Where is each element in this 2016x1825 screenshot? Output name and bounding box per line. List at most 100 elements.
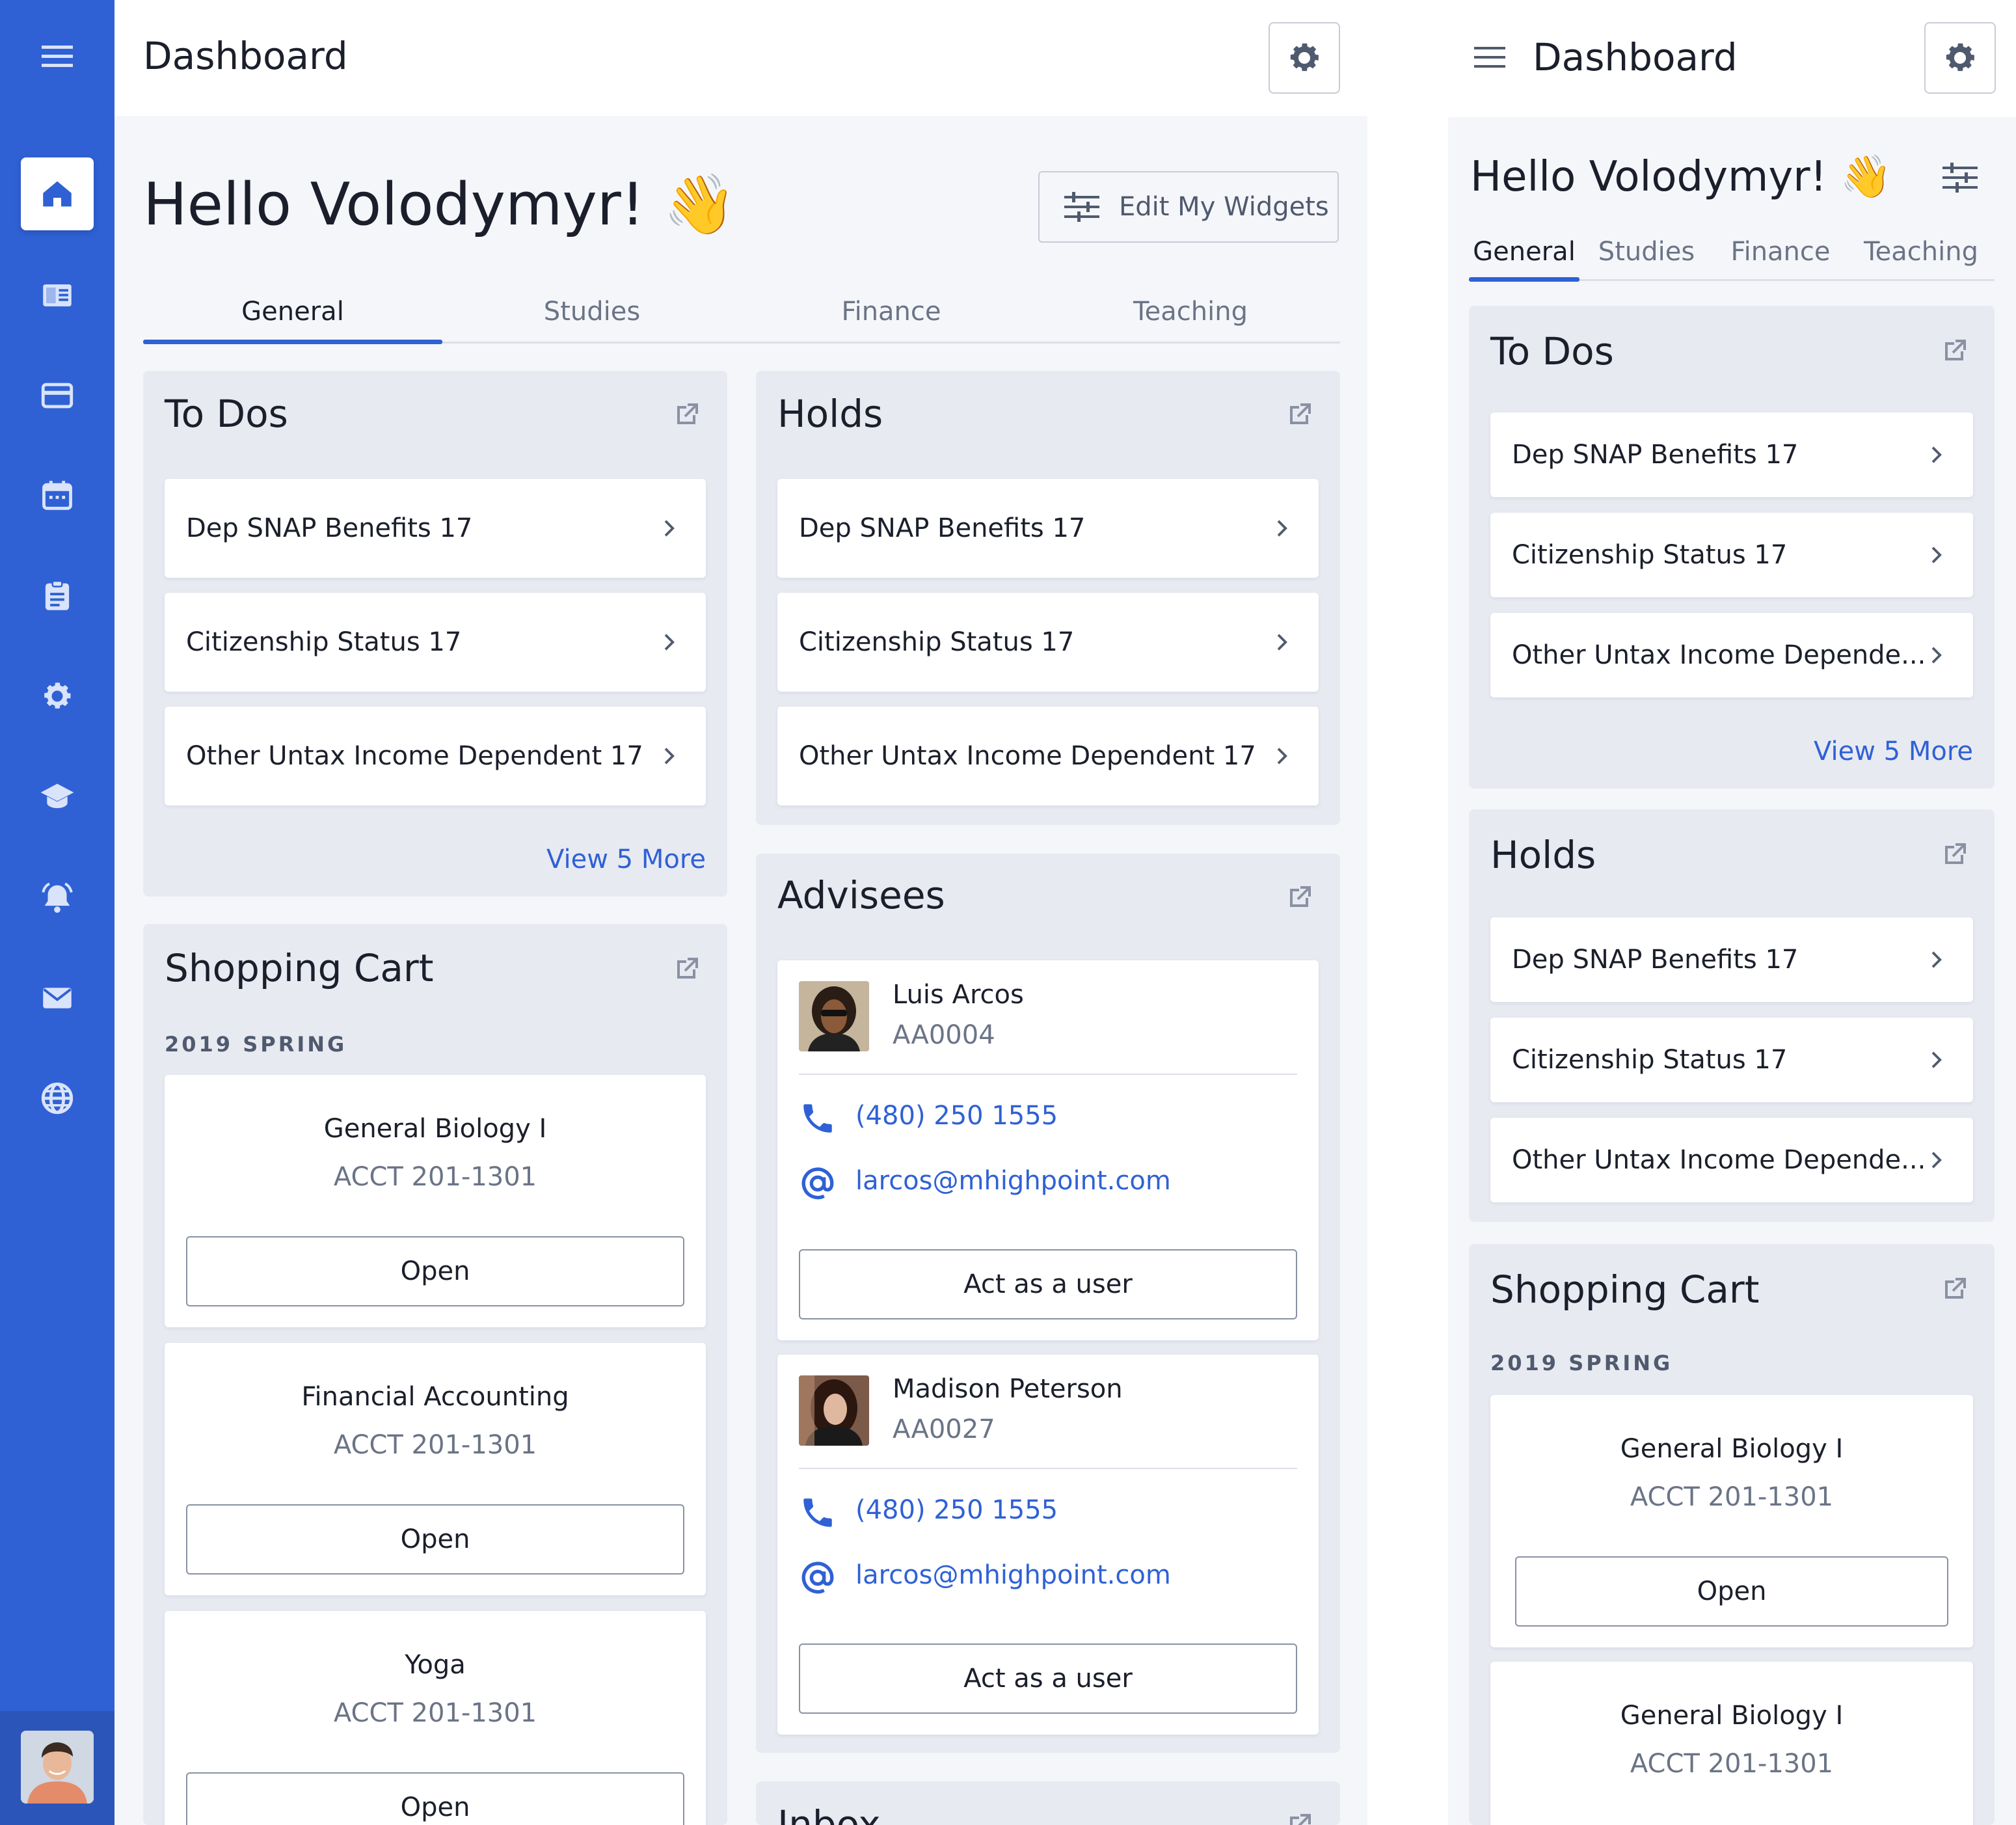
sidebar-item-mail[interactable] [21, 962, 94, 1034]
tab-general[interactable]: General [1469, 237, 1579, 282]
hold-item[interactable]: Other Untax Income Depende... [1490, 1118, 1973, 1202]
hold-item[interactable]: Dep SNAP Benefits 17 [1490, 917, 1973, 1002]
hold-item-label: Other Untax Income Dependent 17 [799, 741, 1256, 771]
tab-finance[interactable]: Finance [742, 297, 1041, 342]
mobile-settings-button[interactable] [1924, 22, 1996, 94]
sliders-icon[interactable] [1942, 163, 1978, 193]
view-more-link[interactable]: View 5 More [1814, 737, 1973, 766]
mobile-holds-card: Holds Dep SNAP Benefits 17 Citizenship S… [1469, 809, 1995, 1222]
sidebar-item-alerts[interactable] [21, 861, 94, 934]
todo-item[interactable]: Citizenship Status 17 [1490, 513, 1973, 597]
todo-item-label: Other Untax Income Dependent 17 [186, 741, 643, 771]
course-code: ACCT 201-1301 [1630, 1749, 1834, 1779]
inbox-title: Inbox [777, 1802, 881, 1825]
open-button[interactable]: Open [186, 1772, 684, 1825]
open-button[interactable]: Open [1515, 1556, 1948, 1627]
inbox-card: Inbox [756, 1781, 1340, 1825]
todo-item[interactable]: Dep SNAP Benefits 17 [1490, 412, 1973, 497]
advisee-id: AA0027 [893, 1414, 995, 1444]
external-link-icon[interactable] [1284, 1810, 1315, 1825]
holds-title: Holds [777, 392, 883, 436]
course-card: General Biology I ACCT 201-1301 Open [165, 1075, 706, 1327]
hold-item-label: Dep SNAP Benefits 17 [1512, 945, 1799, 975]
course-card: Yoga ACCT 201-1301 Open [165, 1611, 706, 1825]
hold-item[interactable]: Citizenship Status 17 [777, 593, 1319, 692]
sidebar-item-globe[interactable] [21, 1062, 94, 1135]
sliders-icon [1064, 192, 1099, 222]
todo-item-label: Dep SNAP Benefits 17 [186, 513, 473, 543]
external-link-icon[interactable] [1939, 336, 1970, 367]
advisees-card: Advisees Luis Arcos AA0004 (480) 250 155… [756, 854, 1340, 1753]
tab-studies[interactable]: Studies [1579, 237, 1714, 279]
hold-item[interactable]: Dep SNAP Benefits 17 [777, 479, 1319, 578]
hold-item-label: Citizenship Status 17 [1512, 1045, 1788, 1075]
hold-item[interactable]: Citizenship Status 17 [1490, 1018, 1973, 1102]
sidebar-item-billing[interactable] [21, 359, 94, 432]
sidebar-item-home[interactable] [21, 157, 94, 230]
todos-title: To Dos [165, 392, 288, 436]
tab-studies[interactable]: Studies [442, 297, 742, 342]
edit-widgets-button[interactable]: Edit My Widgets [1038, 171, 1339, 243]
external-link-icon[interactable] [1939, 839, 1970, 871]
mobile-greeting: Hello Volodymyr! 👋 [1470, 152, 1892, 201]
act-as-user-button[interactable]: Act as a user [799, 1249, 1297, 1319]
external-link-icon[interactable] [1284, 399, 1315, 431]
open-button[interactable]: Open [186, 1504, 684, 1575]
wave-emoji: 👋 [663, 170, 736, 239]
course-card: Financial Accounting ACCT 201-1301 Open [165, 1343, 706, 1595]
act-as-user-button[interactable]: Act as a user [799, 1643, 1297, 1714]
phone-icon [803, 1104, 832, 1133]
advisee-email[interactable]: larcos@mhighpoint.com [855, 1166, 1171, 1196]
greeting: Hello Volodymyr! 👋 [143, 170, 736, 239]
open-button[interactable]: Open [186, 1236, 684, 1306]
todo-item[interactable]: Other Untax Income Depende... [1490, 613, 1973, 697]
advisee-email[interactable]: larcos@mhighpoint.com [855, 1560, 1171, 1590]
course-code: ACCT 201-1301 [1630, 1482, 1834, 1512]
sidebar-item-calendar[interactable] [21, 459, 94, 532]
todo-item[interactable]: Dep SNAP Benefits 17 [165, 479, 706, 578]
edit-widgets-label: Edit My Widgets [1119, 192, 1329, 222]
course-name: Yoga [405, 1650, 466, 1680]
chevron-right-icon [1277, 634, 1287, 651]
tab-general[interactable]: General [143, 297, 442, 344]
page-title: Dashboard [143, 34, 348, 78]
hold-item[interactable]: Other Untax Income Dependent 17 [777, 707, 1319, 805]
settings-button[interactable] [1269, 22, 1340, 94]
external-link-icon[interactable] [671, 954, 702, 985]
external-link-icon[interactable] [1284, 882, 1315, 913]
menu-icon[interactable] [1472, 43, 1508, 73]
advisees-title: Advisees [777, 873, 945, 917]
greeting-text: Hello Volodymyr! [143, 170, 645, 239]
view-more-link[interactable]: View 5 More [546, 845, 706, 874]
tab-teaching[interactable]: Teaching [1041, 297, 1340, 342]
globe-icon [41, 1082, 74, 1115]
tab-teaching[interactable]: Teaching [1848, 237, 1995, 279]
shopping-cart-title: Shopping Cart [1490, 1267, 1760, 1312]
todo-item-label: Citizenship Status 17 [1512, 540, 1788, 570]
tab-finance[interactable]: Finance [1714, 237, 1848, 279]
gear-icon [1946, 43, 1974, 72]
sidebar-item-education[interactable] [21, 760, 94, 833]
todos-title: To Dos [1490, 329, 1614, 373]
chevron-right-icon [1277, 520, 1287, 537]
chevron-right-icon [1931, 1051, 1942, 1068]
advisee-phone[interactable]: (480) 250 1555 [855, 1101, 1058, 1131]
sidebar-item-news[interactable] [21, 259, 94, 332]
avatar[interactable] [21, 1731, 94, 1804]
advisee-phone[interactable]: (480) 250 1555 [855, 1495, 1058, 1525]
term-label: 2019 SPRING [165, 1032, 347, 1057]
advisee-card: Luis Arcos AA0004 (480) 250 1555 larcos@… [777, 960, 1319, 1340]
external-link-icon[interactable] [1939, 1274, 1970, 1305]
chevron-right-icon [664, 634, 675, 651]
sidebar-item-assignments[interactable] [21, 560, 94, 632]
hold-item-label: Other Untax Income Depende... [1512, 1145, 1926, 1175]
gear-icon [44, 683, 71, 709]
todo-item[interactable]: Other Untax Income Dependent 17 [165, 707, 706, 805]
at-sign-icon [801, 1561, 834, 1594]
todo-item[interactable]: Citizenship Status 17 [165, 593, 706, 692]
chevron-right-icon [1277, 748, 1287, 764]
mobile-page-title: Dashboard [1533, 35, 1738, 79]
menu-icon[interactable] [38, 40, 77, 73]
external-link-icon[interactable] [671, 399, 702, 431]
sidebar-item-settings[interactable] [21, 660, 94, 733]
